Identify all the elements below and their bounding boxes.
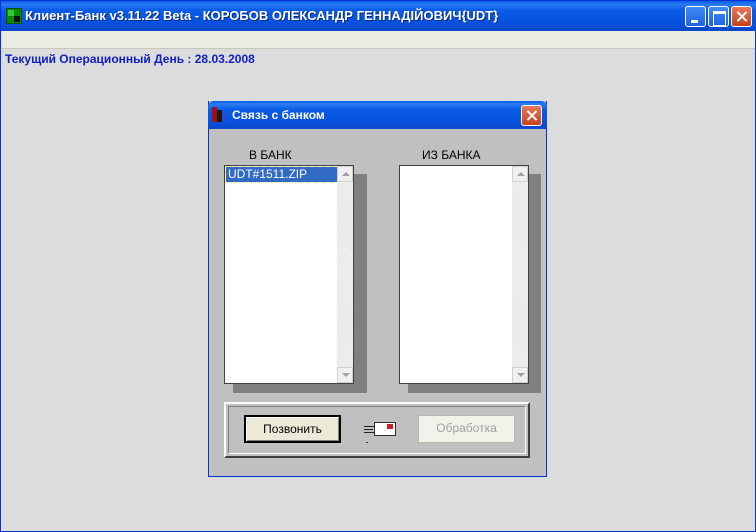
from-bank-scrollbar[interactable] <box>512 166 528 383</box>
from-bank-listbox[interactable] <box>399 165 529 384</box>
to-bank-listbox[interactable]: UDT#1511.ZIP <box>224 165 354 384</box>
dialog-close-icon[interactable] <box>521 105 542 126</box>
list-item[interactable]: UDT#1511.ZIP <box>225 166 338 183</box>
listbox-shadow <box>354 174 367 393</box>
dialog-title-bar[interactable]: Связь с банком <box>208 101 547 129</box>
maximize-icon[interactable] <box>708 6 729 27</box>
main-window: Клиент-Банк v3.11.22 Beta - КОРОБОВ ОЛЕК… <box>0 0 756 532</box>
call-button[interactable]: Позвонить <box>244 415 341 443</box>
window-title: Клиент-Банк v3.11.22 Beta - КОРОБОВ ОЛЕК… <box>25 8 499 23</box>
to-bank-scrollbar[interactable] <box>337 166 353 383</box>
bank-connection-dialog: Связь с банком В БАНК ИЗ БАНКА UDT#1511.… <box>208 101 547 477</box>
to-bank-label: В БАНК <box>249 148 292 162</box>
dialog-title: Связь с банком <box>232 108 325 122</box>
minimize-icon[interactable] <box>685 6 706 27</box>
mail-icon <box>364 420 398 443</box>
from-bank-label: ИЗ БАНКА <box>422 148 481 162</box>
listbox-shadow <box>408 384 541 393</box>
close-icon[interactable] <box>731 6 752 27</box>
process-button[interactable]: Обработка <box>418 415 515 443</box>
action-panel: Позвонить Обработка <box>224 402 530 458</box>
scroll-down-icon[interactable] <box>512 367 528 383</box>
operational-day-label: Текущий Операционный День : 28.03.2008 <box>5 52 255 66</box>
title-bar[interactable]: Клиент-Банк v3.11.22 Beta - КОРОБОВ ОЛЕК… <box>1 1 756 31</box>
scroll-up-icon[interactable] <box>512 166 528 182</box>
listbox-shadow <box>233 384 367 393</box>
app-icon <box>6 8 22 24</box>
listbox-shadow <box>529 174 541 393</box>
menu-bar <box>2 31 755 49</box>
scroll-up-icon[interactable] <box>337 166 353 182</box>
bank-icon <box>212 107 227 122</box>
scroll-down-icon[interactable] <box>337 367 353 383</box>
